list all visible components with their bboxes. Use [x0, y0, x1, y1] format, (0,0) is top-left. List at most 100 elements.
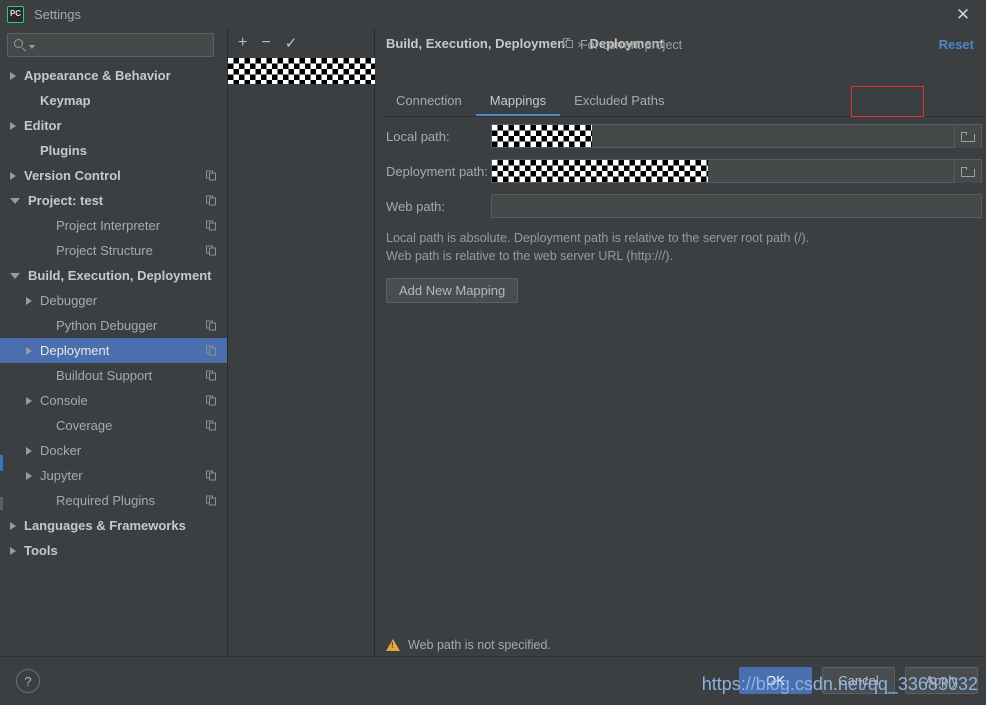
local-path-redacted-value: [492, 125, 592, 147]
sidebar-item-console[interactable]: Console: [0, 388, 227, 413]
scope-indicator: For current project: [563, 38, 682, 52]
sidebar-item-label: Docker: [40, 443, 82, 458]
copy-settings-icon: [206, 420, 217, 431]
sidebar-item-label: Languages & Frameworks: [24, 518, 186, 533]
copy-settings-icon: [206, 320, 217, 331]
sidebar-item-python-debugger[interactable]: Python Debugger: [0, 313, 227, 338]
chevron-right-icon[interactable]: [26, 396, 32, 405]
sidebar-item-label: Required Plugins: [56, 493, 156, 508]
local-path-browse-button[interactable]: [954, 126, 980, 148]
chevron-right-icon[interactable]: [26, 296, 32, 305]
copy-settings-icon: [206, 195, 217, 206]
copy-settings-icon: [206, 470, 217, 481]
sidebar-item-keymap[interactable]: Keymap: [0, 88, 227, 113]
local-path-label: Local path:: [386, 128, 450, 144]
remove-server-icon[interactable]: −: [261, 35, 270, 51]
sidebar-item-label: Coverage: [56, 418, 113, 433]
local-path-input[interactable]: [491, 124, 982, 148]
deployment-path-browse-button[interactable]: [954, 161, 980, 183]
sidebar-item-label: Jupyter: [40, 468, 83, 483]
chevron-right-icon[interactable]: [10, 521, 16, 530]
sidebar-item-required-plugins[interactable]: Required Plugins: [0, 488, 227, 513]
sidebar-item-jupyter[interactable]: Jupyter: [0, 463, 227, 488]
set-default-server-icon[interactable]: ✓: [285, 36, 298, 51]
cancel-button[interactable]: Cancel: [822, 667, 895, 694]
apply-button[interactable]: Apply: [905, 667, 978, 694]
sidebar-item-label: Appearance & Behavior: [24, 68, 171, 83]
chevron-down-icon[interactable]: [10, 272, 20, 279]
deployment-path-input[interactable]: [491, 159, 982, 183]
copy-settings-icon: [206, 220, 217, 231]
sidebar-item-buildout-support[interactable]: Buildout Support: [0, 363, 227, 388]
sidebar-item-label: Buildout Support: [56, 368, 153, 383]
sidebar-item-project-interpreter[interactable]: Project Interpreter: [0, 213, 227, 238]
ok-button[interactable]: OK: [739, 667, 812, 694]
chevron-right-icon[interactable]: [26, 346, 32, 355]
settings-dialog: PC Settings ✕ Appearance & Behavior Keyma…: [0, 0, 986, 705]
copy-settings-icon: [206, 245, 217, 256]
chevron-right-icon[interactable]: [10, 171, 16, 180]
sidebar-item-project-structure[interactable]: Project Structure: [0, 238, 227, 263]
sidebar-item-label: Build, Execution, Deployment: [28, 268, 212, 283]
folder-icon: [960, 132, 975, 142]
close-icon[interactable]: ✕: [940, 0, 986, 28]
sidebar-item-debugger[interactable]: Debugger: [0, 288, 227, 313]
validation-warning: Web path is not specified.: [376, 633, 986, 656]
sidebar-item-languages-frameworks[interactable]: Languages & Frameworks: [0, 513, 227, 538]
sidebar-item-label: Keymap: [40, 93, 91, 108]
sidebar-item-build-execution-deployment[interactable]: Build, Execution, Deployment: [0, 263, 227, 288]
tab-mappings[interactable]: Mappings: [475, 85, 561, 116]
settings-tree: Appearance & Behavior Keymap Editor Plugins…: [0, 63, 227, 563]
sidebar-item-project-test[interactable]: Project: test: [0, 188, 227, 213]
deployment-path-redacted-value: [492, 160, 708, 182]
deployment-path-label: Deployment path:: [386, 163, 488, 179]
add-server-icon[interactable]: +: [238, 35, 247, 51]
sidebar-item-label: Version Control: [24, 168, 121, 183]
sidebar-item-version-control[interactable]: Version Control: [0, 163, 227, 188]
sidebar-item-label: Console: [40, 393, 88, 408]
reset-link[interactable]: Reset: [939, 37, 974, 52]
deployment-settings-panel: Build, Execution, Deployment › Deploymen…: [376, 28, 986, 656]
sidebar-item-deployment[interactable]: Deployment: [0, 338, 227, 363]
search-input[interactable]: [7, 33, 214, 57]
chevron-right-icon[interactable]: [10, 546, 16, 555]
search-wrapper: [0, 28, 227, 57]
search-options-chevron-down-icon[interactable]: [29, 45, 35, 49]
add-new-mapping-button[interactable]: Add New Mapping: [386, 278, 519, 304]
sidebar-item-label: Project Structure: [56, 243, 153, 258]
copy-settings-icon: [563, 38, 574, 51]
chevron-right-icon[interactable]: [10, 121, 16, 130]
sidebar-item-plugins[interactable]: Plugins: [0, 138, 227, 163]
hint-line-2: Web path is relative to the web server U…: [386, 249, 673, 264]
tab-excluded-paths[interactable]: Excluded Paths: [560, 85, 678, 116]
sidebar-item-label: Editor: [24, 118, 62, 133]
chevron-right-icon[interactable]: [10, 71, 16, 80]
chevron-down-icon[interactable]: [10, 197, 20, 204]
folder-icon: [960, 167, 975, 177]
tab-connection[interactable]: Connection: [382, 85, 476, 116]
sidebar-item-label: Plugins: [40, 143, 87, 158]
sidebar-item-tools[interactable]: Tools: [0, 538, 227, 563]
web-path-input[interactable]: [491, 194, 982, 218]
copy-settings-icon: [206, 395, 217, 406]
warning-triangle-icon: [386, 638, 400, 651]
servers-toolbar: + − ✓: [228, 28, 374, 58]
sidebar-item-appearance-behavior[interactable]: Appearance & Behavior: [0, 63, 227, 88]
server-list-item-redacted[interactable]: [228, 58, 375, 84]
help-button[interactable]: ?: [16, 669, 40, 693]
warning-message: Web path is not specified.: [408, 637, 551, 652]
sidebar-item-coverage[interactable]: Coverage: [0, 413, 227, 438]
sidebar-item-editor[interactable]: Editor: [0, 113, 227, 138]
mappings-form: Local path: Deployment path: Web path: L…: [386, 124, 982, 304]
sidebar-item-label: Project: test: [28, 193, 104, 208]
dialog-footer: ? OK Cancel Apply https://blog.csdn.net/qq…: [0, 656, 986, 705]
scope-label: For current project: [580, 38, 683, 52]
title-bar: PC Settings ✕: [0, 0, 986, 28]
copy-settings-icon: [206, 170, 217, 181]
copy-settings-icon: [206, 370, 217, 381]
chevron-right-icon[interactable]: [26, 471, 32, 480]
tabs-divider: [382, 116, 986, 117]
chevron-right-icon[interactable]: [26, 446, 32, 455]
sidebar-item-docker[interactable]: Docker: [0, 438, 227, 463]
breadcrumb-parent: Build, Execution, Deployment: [386, 36, 570, 51]
